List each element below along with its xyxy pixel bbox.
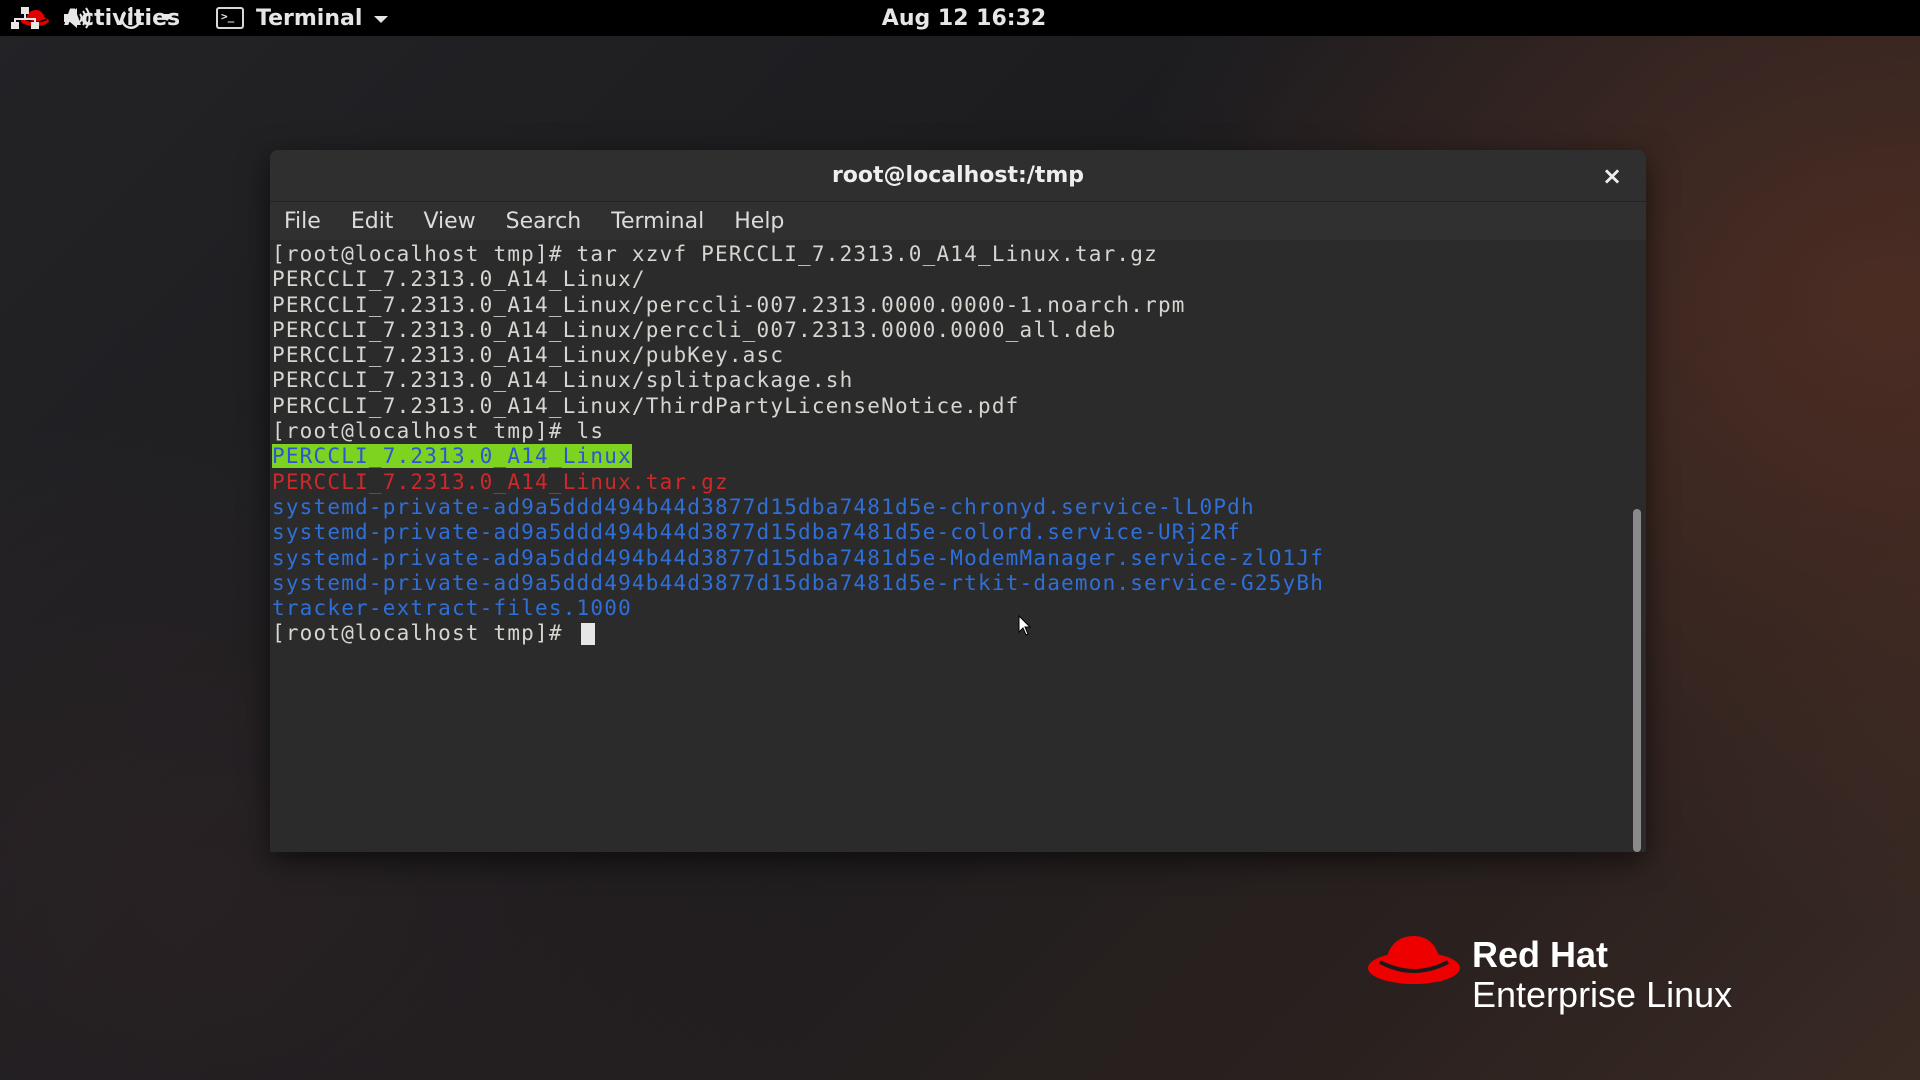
redhat-hat-icon: [1368, 936, 1460, 984]
terminal-line-text: systemd-private-ad9a5ddd494b44d3877d15db…: [272, 520, 1242, 545]
activities-button[interactable]: Activities: [20, 0, 180, 36]
terminal-line: PERCCLI_7.2313.0_A14_Linux.tar.gz: [272, 470, 1622, 495]
chevron-down-icon[interactable]: [160, 14, 174, 21]
menu-edit[interactable]: Edit: [351, 209, 394, 234]
terminal-lines: [root@localhost tmp]# tar xzvf PERCCLI_7…: [272, 242, 1622, 621]
terminal-line: systemd-private-ad9a5ddd494b44d3877d15db…: [272, 571, 1622, 596]
terminal-line-text: PERCCLI_7.2313.0_A14_Linux/ThirdPartyLic…: [272, 393, 1020, 418]
menu-bar: File Edit View Search Terminal Help: [270, 202, 1646, 240]
terminal-line-text: systemd-private-ad9a5ddd494b44d3877d15db…: [272, 494, 1255, 519]
terminal-line: PERCCLI_7.2313.0_A14_Linux/splitpackage.…: [272, 368, 1622, 393]
terminal-output[interactable]: [root@localhost tmp]# tar xzvf PERCCLI_7…: [270, 240, 1622, 852]
terminal-line: [root@localhost tmp]# tar xzvf PERCCLI_7…: [272, 242, 1622, 267]
window-title: root@localhost:/tmp: [831, 163, 1085, 188]
volume-icon[interactable]: [62, 6, 92, 30]
terminal-icon: >_: [216, 7, 244, 29]
scrollbar-thumb[interactable]: [1633, 509, 1641, 852]
scrollbar[interactable]: [1630, 240, 1646, 852]
terminal-line: [root@localhost tmp]# ls: [272, 419, 1622, 444]
window-titlebar[interactable]: root@localhost:/tmp ×: [270, 150, 1646, 202]
clock[interactable]: Aug 12 16:32: [876, 0, 1052, 36]
terminal-line-text: PERCCLI_7.2313.0_A14_Linux/perccli-007.2…: [272, 292, 1186, 317]
app-menu-terminal[interactable]: >_ Terminal: [216, 0, 389, 36]
brand-name: Red Hat: [1472, 934, 1609, 975]
terminal-line: PERCCLI_7.2313.0_A14_Linux/perccli-007.2…: [272, 293, 1622, 318]
product-name: Enterprise Linux: [1472, 974, 1733, 1015]
close-icon: ×: [1601, 162, 1623, 190]
terminal-line-text: PERCCLI_7.2313.0_A14_Linux/splitpackage.…: [272, 368, 854, 393]
terminal-prompt: [root@localhost tmp]#: [272, 621, 577, 646]
terminal-line-text: [root@localhost tmp]# ls: [272, 419, 605, 444]
text-cursor: [580, 623, 595, 646]
terminal-line: PERCCLI_7.2313.0_A14_Linux: [272, 444, 1622, 469]
menu-view[interactable]: View: [423, 209, 475, 234]
terminal-line: PERCCLI_7.2313.0_A14_Linux/perccli_007.2…: [272, 318, 1622, 343]
network-icon[interactable]: [10, 6, 40, 30]
terminal-line: systemd-private-ad9a5ddd494b44d3877d15db…: [272, 546, 1622, 571]
terminal-line-text: PERCCLI_7.2313.0_A14_Linux: [272, 444, 632, 469]
terminal-line-text: systemd-private-ad9a5ddd494b44d3877d15db…: [272, 545, 1325, 570]
terminal-line: systemd-private-ad9a5ddd494b44d3877d15db…: [272, 495, 1622, 520]
terminal-line-text: tracker-extract-files.1000: [272, 596, 632, 621]
menu-search[interactable]: Search: [506, 209, 582, 234]
terminal-line-text: PERCCLI_7.2313.0_A14_Linux/perccli_007.2…: [272, 317, 1117, 342]
menu-file[interactable]: File: [284, 209, 321, 234]
redhat-logo: Red Hat Enterprise Linux: [1366, 930, 1846, 1030]
terminal-line-text: PERCCLI_7.2313.0_A14_Linux.tar.gz: [272, 469, 729, 494]
terminal-line: systemd-private-ad9a5ddd494b44d3877d15db…: [272, 520, 1622, 545]
app-menu-label: Terminal: [256, 5, 363, 31]
top-bar: Activities >_ Terminal Aug 12 16:32: [0, 0, 1920, 36]
terminal-line-text: PERCCLI_7.2313.0_A14_Linux/pubKey.asc: [272, 343, 785, 368]
terminal-window: root@localhost:/tmp × File Edit View Sea…: [270, 150, 1646, 852]
mouse-pointer-icon: [1018, 615, 1032, 636]
terminal-line-text: systemd-private-ad9a5ddd494b44d3877d15db…: [272, 570, 1325, 595]
close-button[interactable]: ×: [1596, 160, 1628, 192]
chevron-down-icon: [374, 15, 389, 23]
power-icon[interactable]: [116, 6, 146, 30]
terminal-line-text: [root@localhost tmp]# tar xzvf PERCCLI_7…: [272, 242, 1158, 266]
terminal-line: PERCCLI_7.2313.0_A14_Linux/: [272, 267, 1622, 292]
terminal-line: PERCCLI_7.2313.0_A14_Linux/ThirdPartyLic…: [272, 394, 1622, 419]
terminal-line: PERCCLI_7.2313.0_A14_Linux/pubKey.asc: [272, 343, 1622, 368]
terminal-line-text: PERCCLI_7.2313.0_A14_Linux/: [272, 267, 646, 292]
terminal-line: tracker-extract-files.1000: [272, 596, 1622, 621]
menu-help[interactable]: Help: [734, 209, 784, 234]
terminal-prompt-line[interactable]: [root@localhost tmp]#: [272, 621, 1622, 646]
menu-terminal[interactable]: Terminal: [611, 209, 704, 234]
